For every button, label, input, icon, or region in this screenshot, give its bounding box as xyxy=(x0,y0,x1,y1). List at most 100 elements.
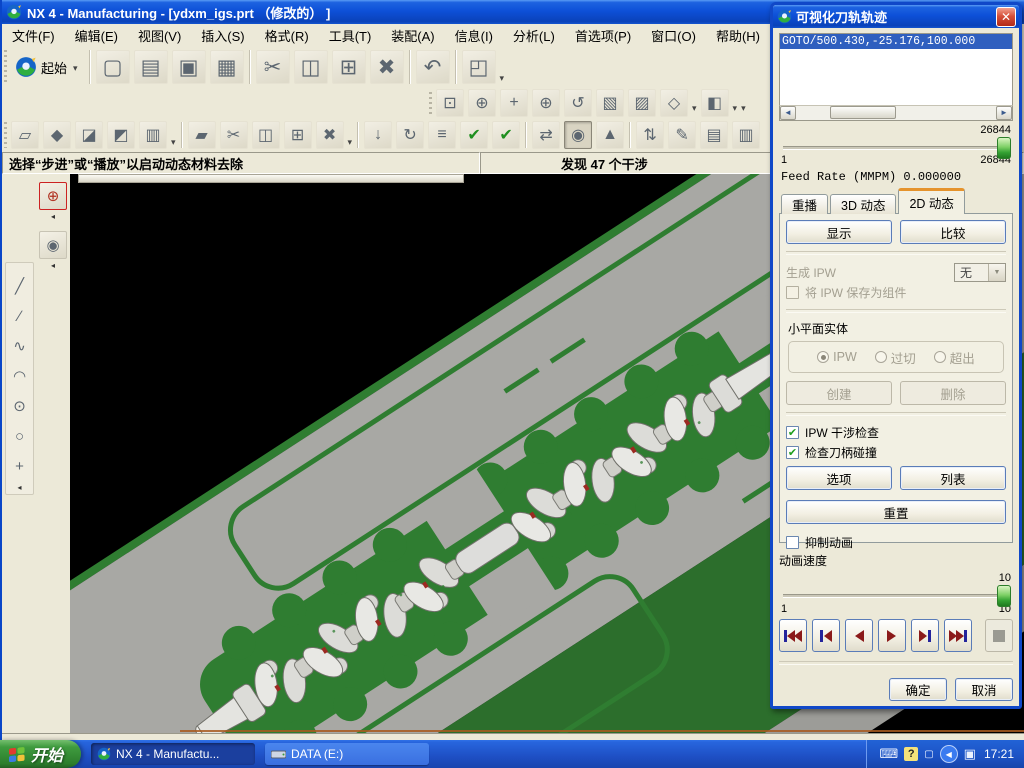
save-ipw-checkbox[interactable] xyxy=(786,286,799,299)
tray-window-icon[interactable]: ▢ xyxy=(924,749,933,760)
circle-icon[interactable]: ○ xyxy=(7,423,33,449)
verify-toolpath-icon[interactable]: ◉ xyxy=(564,121,592,149)
zoom-icon[interactable]: ⊕ xyxy=(468,89,496,117)
delete-icon[interactable]: ✖ xyxy=(370,50,404,84)
scrollbar-thumb[interactable] xyxy=(830,106,896,119)
copy-object-icon[interactable]: ◫ xyxy=(252,121,280,149)
compare-button[interactable]: 比较 xyxy=(900,220,1006,244)
new-file-icon[interactable]: ▢ xyxy=(96,50,130,84)
undo-icon[interactable]: ↶ xyxy=(416,50,450,84)
circle-center-icon[interactable]: ⊙ xyxy=(7,393,33,419)
create-geometry-icon[interactable]: ◪ xyxy=(75,121,103,149)
dropdown-arrow-icon[interactable]: ▼ xyxy=(988,264,1005,281)
menu-information[interactable]: 信息(I) xyxy=(445,24,503,47)
tab-3d-dynamic[interactable]: 3D 动态 xyxy=(830,194,896,214)
menu-assemblies[interactable]: 装配(A) xyxy=(381,24,444,47)
menu-help[interactable]: 帮助(H) xyxy=(706,24,770,47)
export-caret-icon[interactable]: ▾ xyxy=(500,73,505,88)
delete-facet-button[interactable]: 删除 xyxy=(900,381,1006,405)
taskbar-button-nx[interactable]: NX 4 - Manufactu... xyxy=(91,743,255,765)
generate-ipw-dropdown[interactable]: 无 ▼ xyxy=(954,263,1006,282)
radio-overcut[interactable] xyxy=(875,351,887,363)
menu-analysis[interactable]: 分析(L) xyxy=(503,24,565,47)
start-button[interactable]: 开始 xyxy=(0,740,81,768)
list-toolpath-icon[interactable]: ≡ xyxy=(428,121,456,149)
holder-collision-checkbox[interactable]: ✔ xyxy=(786,446,799,459)
play-forward-button[interactable] xyxy=(878,619,906,652)
clip-section-icon[interactable]: ◧ xyxy=(701,89,729,117)
menu-tools[interactable]: 工具(T) xyxy=(319,24,382,47)
step-back-button[interactable] xyxy=(812,619,840,652)
exchange-views-icon[interactable]: ⇄ xyxy=(532,121,560,149)
snap-point-icon[interactable]: ◉ xyxy=(39,231,67,259)
menu-preferences[interactable]: 首选项(P) xyxy=(565,24,641,47)
zoom-in-out-icon[interactable]: ⊕ xyxy=(532,89,560,117)
arc-icon[interactable]: ◠ xyxy=(7,363,33,389)
goto-selected-line[interactable]: GOTO/500.430,-25.176,100.000 xyxy=(780,34,1012,49)
paste-icon[interactable]: ⊞ xyxy=(332,50,366,84)
ok-button[interactable]: 确定 xyxy=(889,678,947,701)
dialog-close-icon[interactable]: ✕ xyxy=(996,7,1016,27)
menu-view[interactable]: 视图(V) xyxy=(128,24,191,47)
pan-icon[interactable]: + xyxy=(500,89,528,117)
menu-format[interactable]: 格式(R) xyxy=(255,24,319,47)
clip-section-caret-icon[interactable]: ▾ xyxy=(733,103,738,118)
save-icon[interactable]: ▣ xyxy=(172,50,206,84)
export-icon[interactable]: ◰ xyxy=(462,50,496,84)
scroll-left-icon[interactable]: ◄ xyxy=(780,106,796,119)
confirm-toolpath-icon[interactable]: ✔ xyxy=(492,121,520,149)
dialog-title-bar[interactable]: 可视化刀轨轨迹 ✕ xyxy=(773,5,1019,28)
selection-filter-icon[interactable]: ⊕ xyxy=(39,182,67,210)
tab-2d-dynamic[interactable]: 2D 动态 xyxy=(898,188,964,214)
path-position-slider-thumb[interactable] xyxy=(997,137,1011,159)
ime-keyboard-icon[interactable]: ⌨ xyxy=(879,746,898,762)
toolbar-options-caret-icon[interactable]: ▾ xyxy=(741,103,746,118)
toolpath-goto-list[interactable]: GOTO/500.430,-25.176,100.000 xyxy=(779,33,1013,105)
go-to-start-button[interactable] xyxy=(779,619,807,652)
line-icon[interactable]: ╱ xyxy=(7,273,33,299)
toolbar-grip[interactable] xyxy=(429,92,432,114)
line-point-icon[interactable]: ∕ xyxy=(7,303,33,329)
copy-icon[interactable]: ◫ xyxy=(294,50,328,84)
open-file-icon[interactable]: ▤ xyxy=(134,50,168,84)
animation-speed-slider[interactable] xyxy=(779,585,1013,603)
menu-edit[interactable]: 编辑(E) xyxy=(65,24,128,47)
object-caret-icon[interactable]: ▾ xyxy=(348,137,353,152)
show-button[interactable]: 显示 xyxy=(786,220,892,244)
point-icon[interactable]: + xyxy=(7,453,33,479)
gouge-check-icon[interactable]: ✔ xyxy=(460,121,488,149)
hide-tray-icons-chevron[interactable]: ◀ xyxy=(940,745,958,763)
taskbar-clock[interactable]: 17:21 xyxy=(984,747,1014,761)
cancel-button[interactable]: 取消 xyxy=(955,678,1013,701)
replay-toolpath-icon[interactable]: ↻ xyxy=(396,121,424,149)
shop-docs-icon[interactable]: ▤ xyxy=(700,121,728,149)
network-status-icon[interactable]: ▣ xyxy=(964,746,976,762)
post-process-icon[interactable]: ✎ xyxy=(668,121,696,149)
create-tool-icon[interactable]: ◆ xyxy=(43,121,71,149)
options-button[interactable]: 选项 xyxy=(786,466,892,490)
machine-simulate-icon[interactable]: ▲ xyxy=(596,121,624,149)
reset-button[interactable]: 重置 xyxy=(786,500,1006,524)
selection-filter-expand-icon[interactable]: ◂ xyxy=(38,212,68,221)
orient-view-cube-icon[interactable]: ◇ xyxy=(660,89,688,117)
cut-object-icon[interactable]: ✂ xyxy=(220,121,248,149)
tab-replay[interactable]: 重播 xyxy=(781,194,828,214)
edit-object-icon[interactable]: ▰ xyxy=(188,121,216,149)
create-method-icon[interactable]: ◩ xyxy=(107,121,135,149)
menu-file[interactable]: 文件(F) xyxy=(2,24,65,47)
list-button[interactable]: 列表 xyxy=(900,466,1006,490)
generate-toolpath-icon[interactable]: ↓ xyxy=(364,121,392,149)
orient-view-caret-icon[interactable]: ▾ xyxy=(692,103,697,118)
taskbar-button-data-drive[interactable]: DATA (E:) xyxy=(265,743,429,765)
shaded-display-icon[interactable]: ▧ xyxy=(596,89,624,117)
goto-list-hscrollbar[interactable]: ◄ ► xyxy=(779,105,1013,120)
menu-insert[interactable]: 插入(S) xyxy=(191,24,254,47)
path-position-slider[interactable] xyxy=(779,137,1013,155)
rotate-view-icon[interactable]: ↺ xyxy=(564,89,592,117)
radio-ipw[interactable] xyxy=(817,351,829,363)
stop-button[interactable] xyxy=(985,619,1013,652)
create-facet-button[interactable]: 创建 xyxy=(786,381,892,405)
snap-point-expand-icon[interactable]: ◂ xyxy=(38,261,68,270)
ipw-interference-checkbox[interactable]: ✔ xyxy=(786,426,799,439)
animation-speed-slider-thumb[interactable] xyxy=(997,585,1011,607)
